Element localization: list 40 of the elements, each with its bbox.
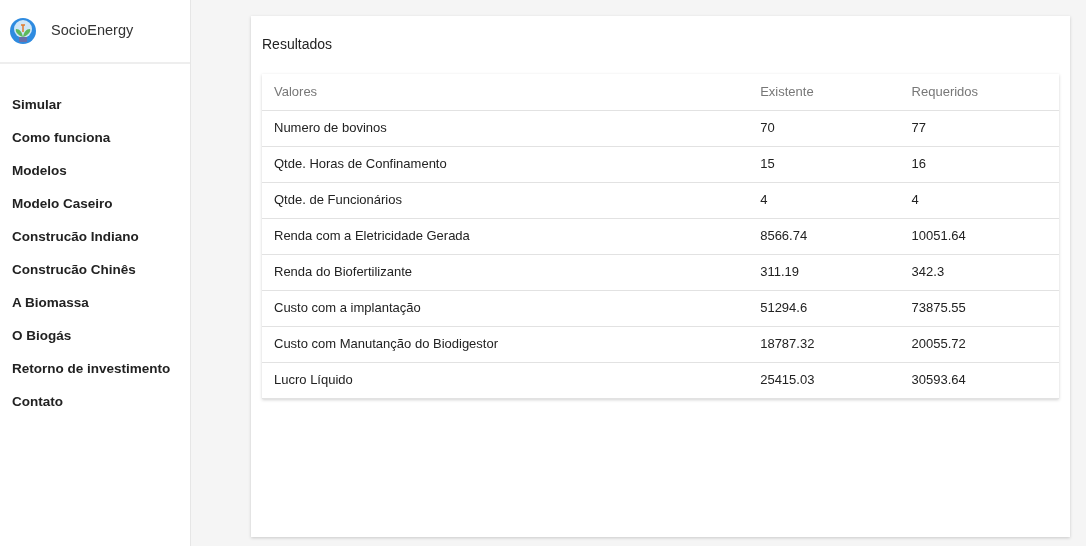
column-header: Valores [262,74,749,110]
table-cell: 4 [748,182,900,218]
table-cell: Qtde. Horas de Confinamento [262,146,749,182]
table-cell: 20055.72 [899,326,1059,362]
nav-link[interactable]: Como funciona [0,121,190,154]
column-header: Existente [748,74,900,110]
table-cell: Qtde. de Funcionários [262,182,749,218]
table-cell: 77 [899,110,1059,146]
table-cell: Custo com Manutanção do Biodigestor [262,326,749,362]
table-cell: Renda com a Eletricidade Gerada [262,218,749,254]
table-cell: 311.19 [748,254,900,290]
brand-name: SocioEnergy [51,21,134,41]
table-cell: Numero de bovinos [262,110,749,146]
nav-link[interactable]: Contato [0,385,190,418]
nav-link[interactable]: A Biomassa [0,286,190,319]
nav-link[interactable]: O Biogás [0,319,190,352]
table-cell: 51294.6 [748,290,900,326]
table-cell: 342.3 [899,254,1059,290]
table-cell: 70 [748,110,900,146]
table-cell: Custo com a implantação [262,290,749,326]
table-cell: 15 [748,146,900,182]
nav-link[interactable]: Simular [0,88,190,121]
logo-icon [9,17,37,45]
table-cell: 73875.55 [899,290,1059,326]
table-cell: 4 [899,182,1059,218]
table-cell: 25415.03 [748,362,900,398]
table-cell: Lucro Líquido [262,362,749,398]
card-title: Resultados [262,35,334,54]
table-cell: 8566.74 [748,218,900,254]
column-header: Requeridos [899,74,1059,110]
nav-link[interactable]: Construcão Indiano [0,220,190,253]
table-cell: 18787.32 [748,326,900,362]
nav-link[interactable]: Construcão Chinês [0,253,190,286]
table-cell: 10051.64 [899,218,1059,254]
table-cell: 16 [899,146,1059,182]
nav-link[interactable]: Modelo Caseiro [0,187,190,220]
table-cell: Renda do Biofertilizante [262,254,749,290]
nav-link[interactable]: Modelos [0,154,190,187]
nav-link[interactable]: Retorno de investimento [0,352,190,385]
table-cell: 30593.64 [899,362,1059,398]
